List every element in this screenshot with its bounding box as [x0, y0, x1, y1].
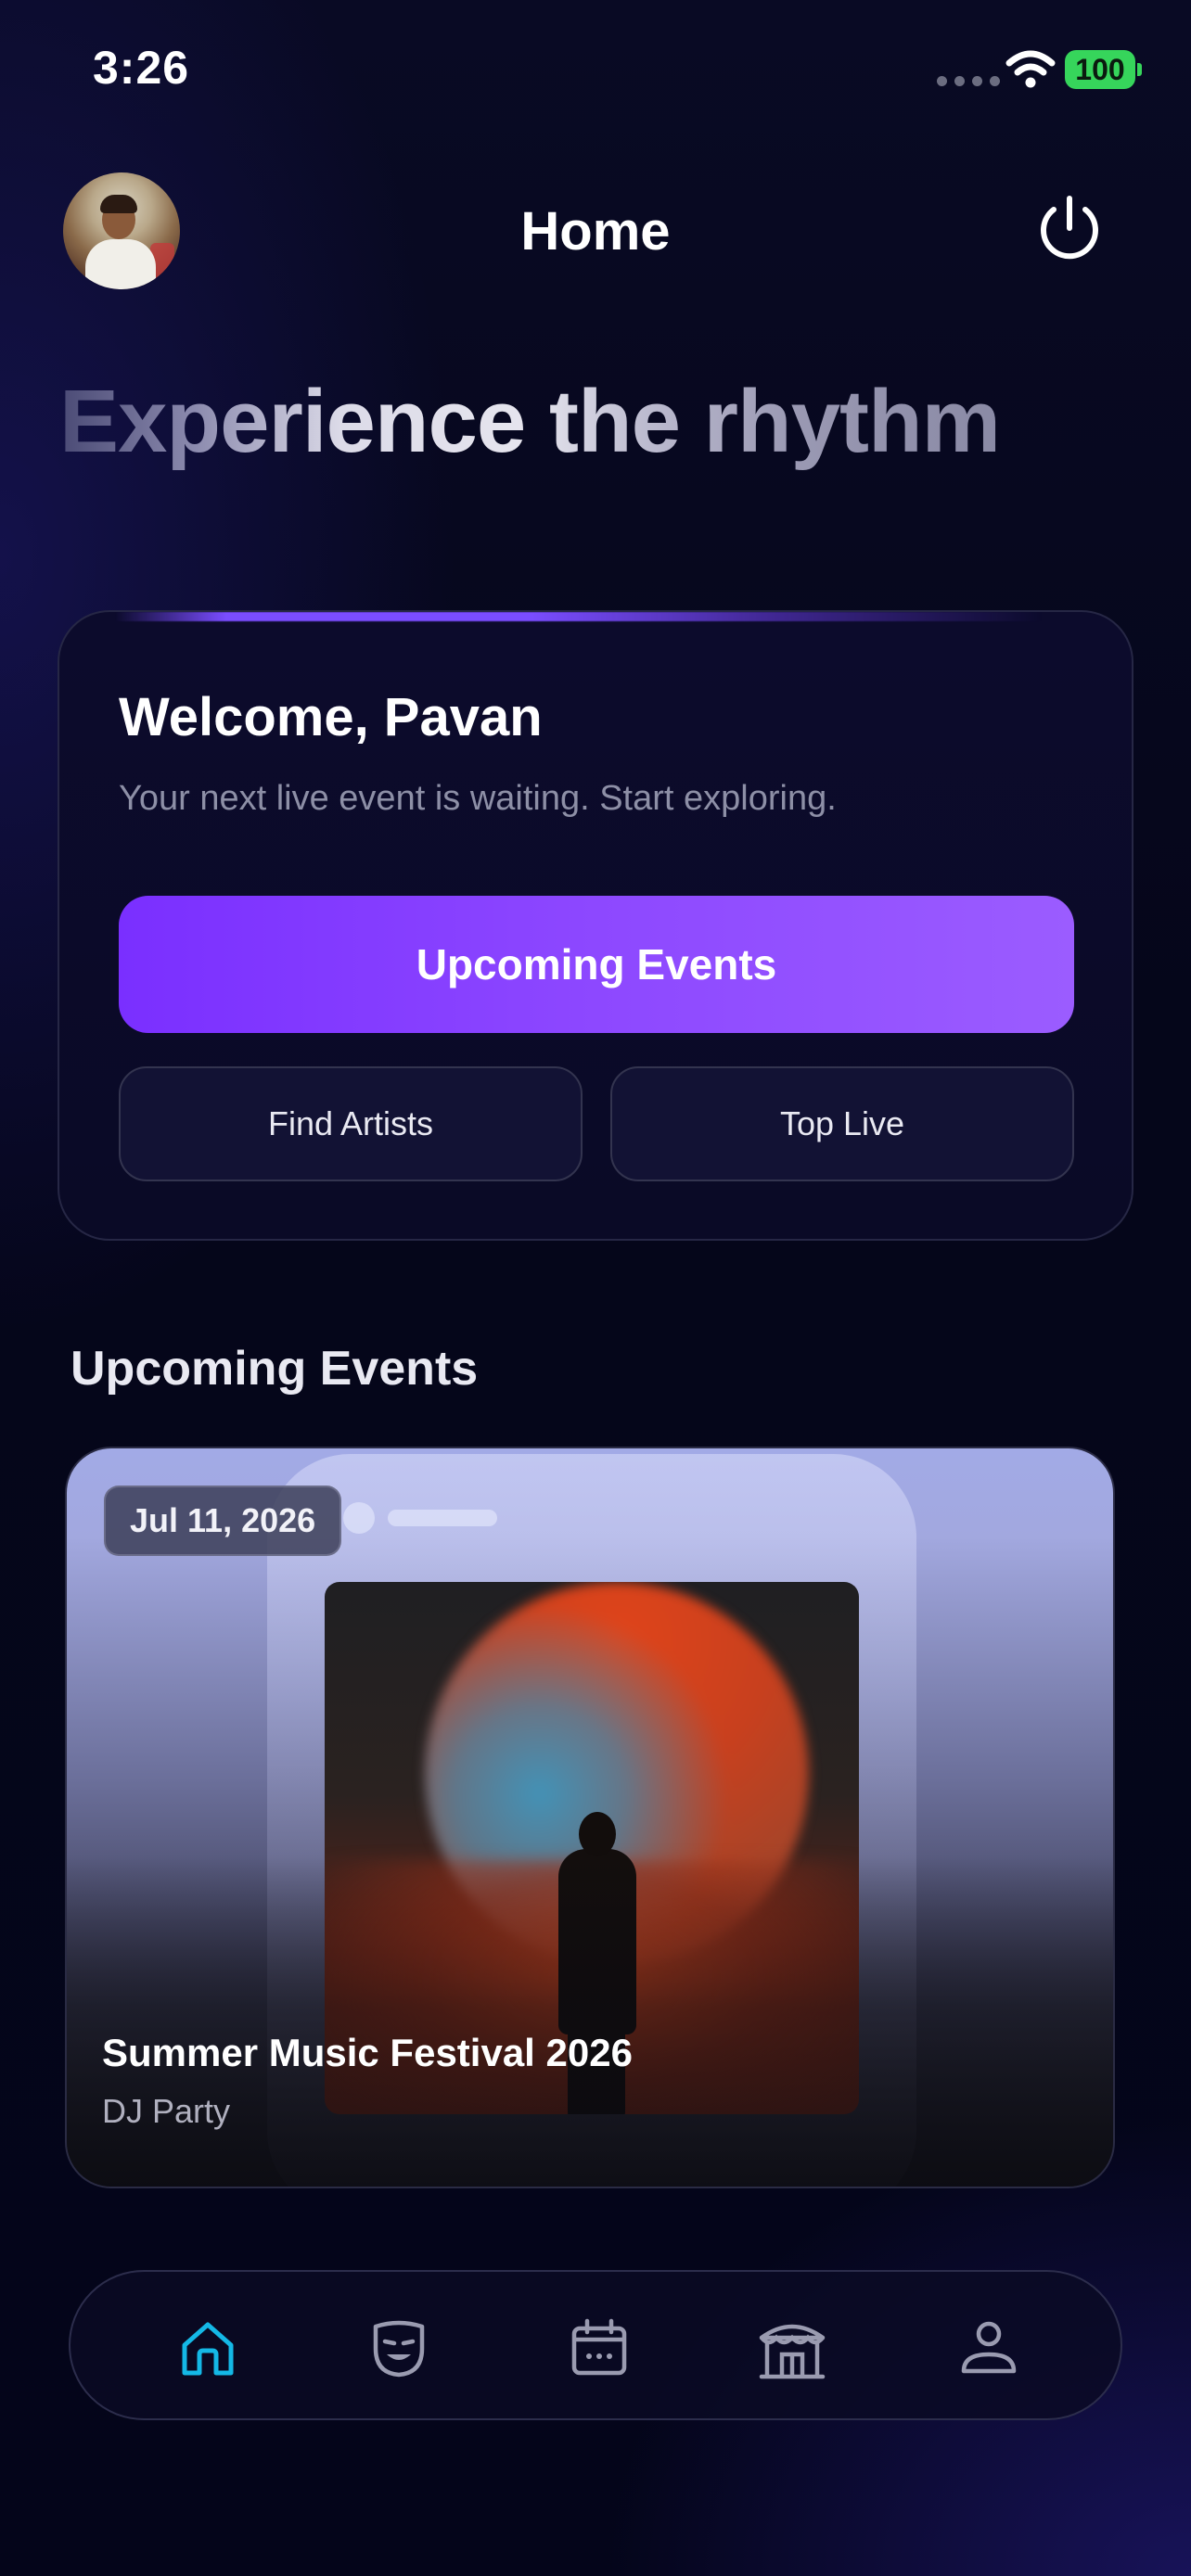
- bottom-nav: [69, 2270, 1122, 2420]
- nav-home[interactable]: [171, 2311, 245, 2385]
- signal-dots-icon: [937, 76, 1000, 86]
- nav-profile[interactable]: [952, 2311, 1026, 2385]
- calendar-icon: [571, 2318, 627, 2376]
- nav-artists[interactable]: [362, 2311, 436, 2385]
- card-accent-line: [115, 612, 1043, 621]
- status-bar: 3:26 100: [0, 0, 1191, 139]
- power-icon[interactable]: [1033, 193, 1106, 265]
- wifi-icon: [1005, 50, 1056, 88]
- nav-venues[interactable]: [755, 2311, 829, 2385]
- top-live-button[interactable]: Top Live: [610, 1066, 1074, 1181]
- find-artists-button[interactable]: Find Artists: [119, 1066, 583, 1181]
- status-time: 3:26: [93, 42, 190, 94]
- welcome-card: Welcome, Pavan Your next live event is w…: [58, 610, 1133, 1241]
- artist-mask-icon: [373, 2320, 425, 2378]
- event-category: DJ Party: [102, 2092, 231, 2130]
- battery-level: 100: [1075, 52, 1125, 86]
- upcoming-events-button[interactable]: Upcoming Events: [119, 896, 1074, 1033]
- hero-heading: Experience the rhythm: [59, 372, 1001, 471]
- welcome-title: Welcome, Pavan: [119, 687, 543, 747]
- profile-icon: [961, 2321, 1017, 2374]
- nav-calendar[interactable]: [562, 2311, 636, 2385]
- upcoming-events-heading: Upcoming Events: [70, 1342, 479, 1396]
- home-icon: [182, 2322, 234, 2376]
- event-title: Summer Music Festival 2026: [102, 2031, 633, 2074]
- battery-indicator: 100: [1065, 50, 1142, 89]
- page-title: Home: [520, 201, 671, 261]
- welcome-subtitle: Your next live event is waiting. Start e…: [119, 779, 837, 818]
- event-card[interactable]: Jul 11, 2026 Summer Music Festival 2026 …: [65, 1447, 1115, 2188]
- event-date-badge: Jul 11, 2026: [104, 1486, 342, 1556]
- venue-tent-icon: [759, 2324, 826, 2379]
